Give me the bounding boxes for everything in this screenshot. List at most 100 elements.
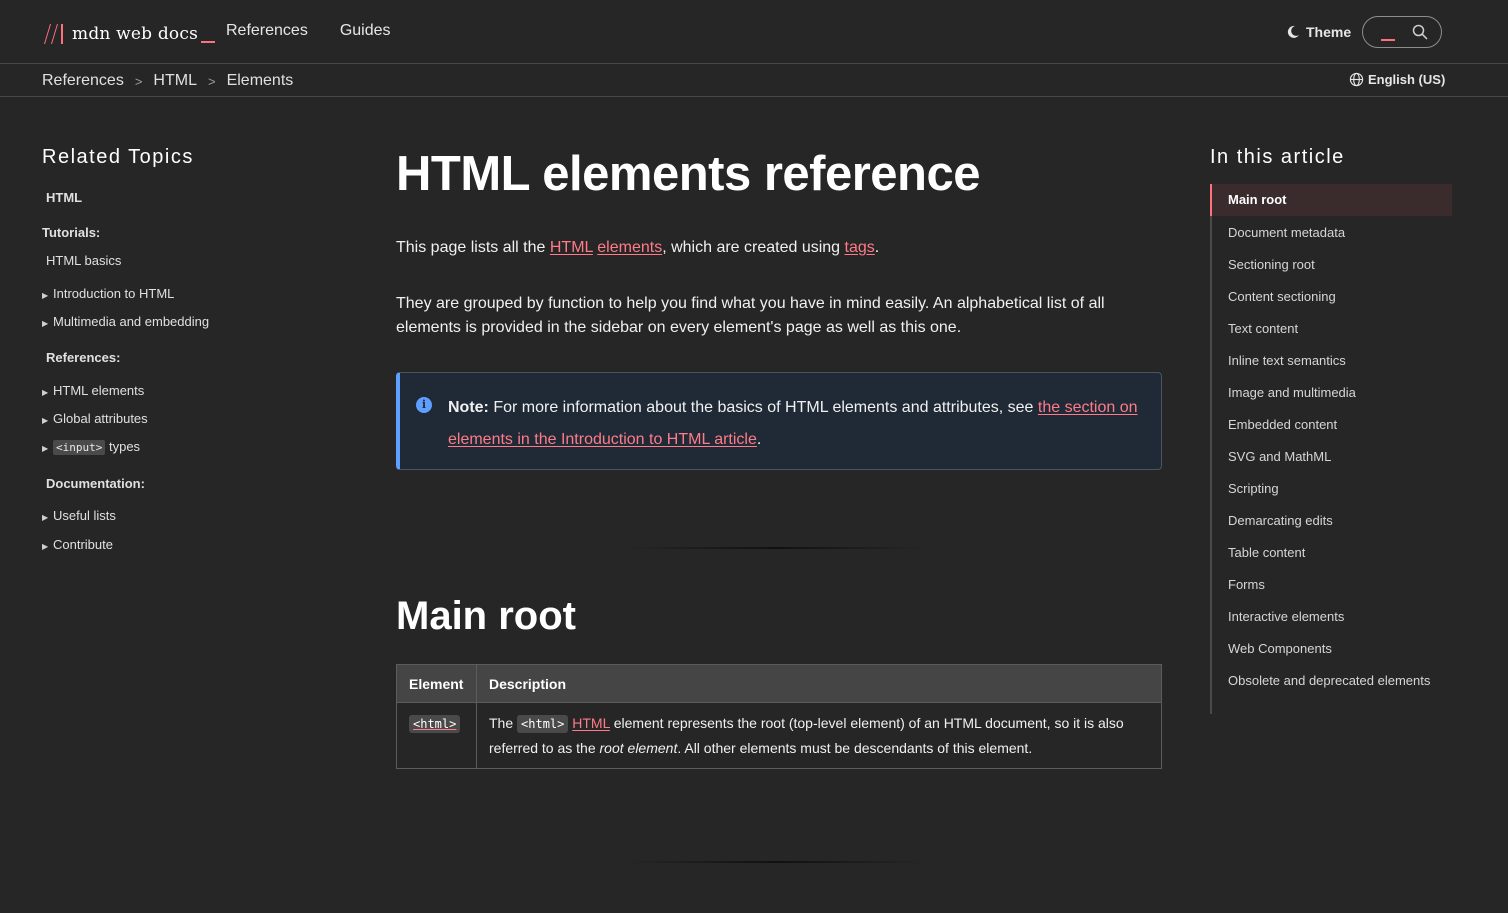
mdn-m-icon: [44, 24, 63, 44]
breadcrumb-references[interactable]: References: [42, 72, 124, 90]
toc-item-main-root[interactable]: Main root: [1210, 184, 1452, 216]
sidebar-item-input-types[interactable]: ▶ <input> types: [42, 439, 141, 455]
toc-item-inline-text-semantics[interactable]: Inline text semantics: [1228, 353, 1438, 369]
link-tags[interactable]: tags: [845, 239, 875, 256]
link-html[interactable]: HTML: [550, 239, 593, 256]
toc-item-sectioning-root[interactable]: Sectioning root: [1228, 257, 1438, 273]
desc-link-html[interactable]: HTML: [572, 715, 610, 731]
theme-label: Theme: [1306, 24, 1352, 40]
sidebar-item-global-attributes[interactable]: ▶ Global attributes: [42, 411, 148, 426]
desc-emphasis: root element: [599, 740, 678, 756]
toc-title: In this article: [1210, 146, 1345, 168]
sidebar-item-html-basics[interactable]: HTML basics: [46, 253, 121, 268]
toc-item-table-content[interactable]: Table content: [1228, 545, 1438, 561]
sidebar-item-html[interactable]: HTML: [46, 190, 82, 205]
desc-text: . All other elements must be descendants…: [677, 740, 1033, 756]
toc-item-image-and-multimedia[interactable]: Image and multimedia: [1228, 385, 1438, 401]
toc-item-forms[interactable]: Forms: [1228, 577, 1438, 593]
toc-item-embedded-content[interactable]: Embedded content: [1228, 417, 1438, 433]
intro-paragraph: This page lists all the HTML elements, w…: [396, 236, 1162, 260]
sidebar-item-label: HTML: [46, 190, 83, 205]
sidebar-item-introduction-to-html[interactable]: ▶ Introduction to HTML: [42, 286, 174, 301]
sidebar-section-label: Tutorials:: [42, 225, 101, 240]
desc-text: The: [489, 715, 518, 731]
intro-text: , which are created using: [662, 239, 845, 256]
note-body: For more information about the basics of…: [488, 399, 1038, 416]
sidebar-item-multimedia[interactable]: ▶ Multimedia and embedding: [42, 314, 209, 329]
toc-item-web-components[interactable]: Web Components: [1228, 641, 1438, 657]
search-cursor: [1381, 39, 1395, 41]
breadcrumb-html[interactable]: HTML: [153, 72, 197, 90]
mdn-logo[interactable]: mdn web docs: [42, 20, 216, 46]
in-this-article-toc: In this article Main root Document metad…: [1210, 146, 1452, 714]
related-topics-sidebar: Related Topics HTML Tutorials: HTML basi…: [42, 146, 342, 552]
sidebar-section-tutorials: Tutorials:: [42, 225, 100, 240]
theme-button[interactable]: Theme: [1286, 24, 1351, 40]
sidebar-section-references: References:: [46, 350, 120, 365]
sidebar-item-html-elements[interactable]: ▶ HTML elements: [42, 383, 144, 398]
sidebar-item-label: Global attributes: [53, 411, 148, 426]
sidebar-item-useful-lists[interactable]: ▶ Useful lists: [42, 508, 116, 523]
expand-triangle-icon: ▶: [42, 444, 49, 453]
table-header-row: Element Description: [396, 664, 1162, 703]
toc-item-demarcating-edits[interactable]: Demarcating edits: [1228, 513, 1438, 529]
logo-underscore: [201, 41, 216, 43]
sidebar-item-label: HTML elements: [53, 383, 145, 398]
logo-text: mdn web docs: [72, 24, 199, 44]
nav-references[interactable]: References: [226, 22, 308, 40]
search-icon: [1412, 24, 1428, 40]
breadcrumb: References > HTML > Elements: [42, 72, 293, 90]
nav-guides[interactable]: Guides: [340, 22, 391, 40]
toc-item-document-metadata[interactable]: Document metadata: [1228, 225, 1438, 241]
sidebar-item-label: HTML basics: [46, 253, 122, 268]
sidebar-item-code: <input>: [53, 440, 106, 455]
toc-item-text-content[interactable]: Text content: [1228, 321, 1438, 337]
sidebar-title: Related Topics: [42, 146, 194, 168]
link-elements[interactable]: elements: [597, 239, 662, 256]
top-nav: References Guides: [226, 22, 391, 40]
info-icon: i: [416, 397, 432, 413]
toc-item-svg-and-mathml[interactable]: SVG and MathML: [1228, 449, 1438, 465]
toc-item-scripting[interactable]: Scripting: [1228, 481, 1438, 497]
note-period: .: [756, 431, 762, 448]
toc-item-obsolete-deprecated[interactable]: Obsolete and deprecated elements: [1228, 673, 1438, 689]
intro-text: This page lists all the: [396, 239, 550, 256]
language-label: English (US): [1368, 72, 1446, 87]
toc-item-content-sectioning[interactable]: Content sectioning: [1228, 289, 1438, 305]
expand-triangle-icon: ▶: [42, 542, 49, 551]
breadcrumb-elements[interactable]: Elements: [227, 72, 294, 90]
intro-text: .: [874, 239, 880, 256]
language-switcher[interactable]: English (US): [1349, 72, 1445, 87]
desc-code: <html>: [517, 715, 569, 733]
sidebar-item-label: Contribute: [53, 537, 113, 552]
toc-item-interactive-elements[interactable]: Interactive elements: [1228, 609, 1438, 625]
note-callout: i Note: For more information about the b…: [396, 372, 1162, 470]
expand-triangle-icon: ▶: [42, 416, 49, 425]
element-link-html[interactable]: <html>: [409, 715, 461, 733]
top-header: mdn web docs References Guides Theme: [0, 0, 1508, 64]
section-title-main-root: Main root: [396, 594, 576, 638]
globe-icon: [1349, 72, 1364, 87]
breadcrumb-bar: References > HTML > Elements English (US…: [0, 65, 1508, 97]
sidebar-item-contribute[interactable]: ▶ Contribute: [42, 537, 113, 552]
grouping-paragraph: They are grouped by function to help you…: [396, 295, 1105, 336]
sidebar-item-label: Introduction to HTML: [53, 286, 175, 301]
chevron-right-icon: >: [207, 73, 216, 89]
sidebar-section-documentation: Documentation:: [46, 476, 145, 491]
sidebar-section-label: Documentation:: [46, 476, 145, 491]
elements-table: Element Description <html> The <html> HT…: [396, 664, 1162, 769]
expand-triangle-icon: ▶: [42, 319, 49, 328]
table-row: <html> The <html> HTML element represent…: [396, 702, 1162, 769]
table-header-description: Description: [476, 664, 1162, 703]
section-divider: [626, 861, 926, 863]
expand-triangle-icon: ▶: [42, 513, 49, 522]
toc-item-label: Main root: [1228, 192, 1287, 207]
toc-list: Main root Document metadata Sectioning r…: [1210, 184, 1452, 714]
chevron-right-icon: >: [134, 73, 143, 89]
sidebar-item-label: types: [105, 439, 141, 454]
expand-triangle-icon: ▶: [42, 291, 49, 300]
search-button[interactable]: [1362, 16, 1442, 48]
expand-triangle-icon: ▶: [42, 388, 49, 397]
moon-icon: [1287, 25, 1299, 38]
sidebar-section-label: References:: [46, 350, 121, 365]
